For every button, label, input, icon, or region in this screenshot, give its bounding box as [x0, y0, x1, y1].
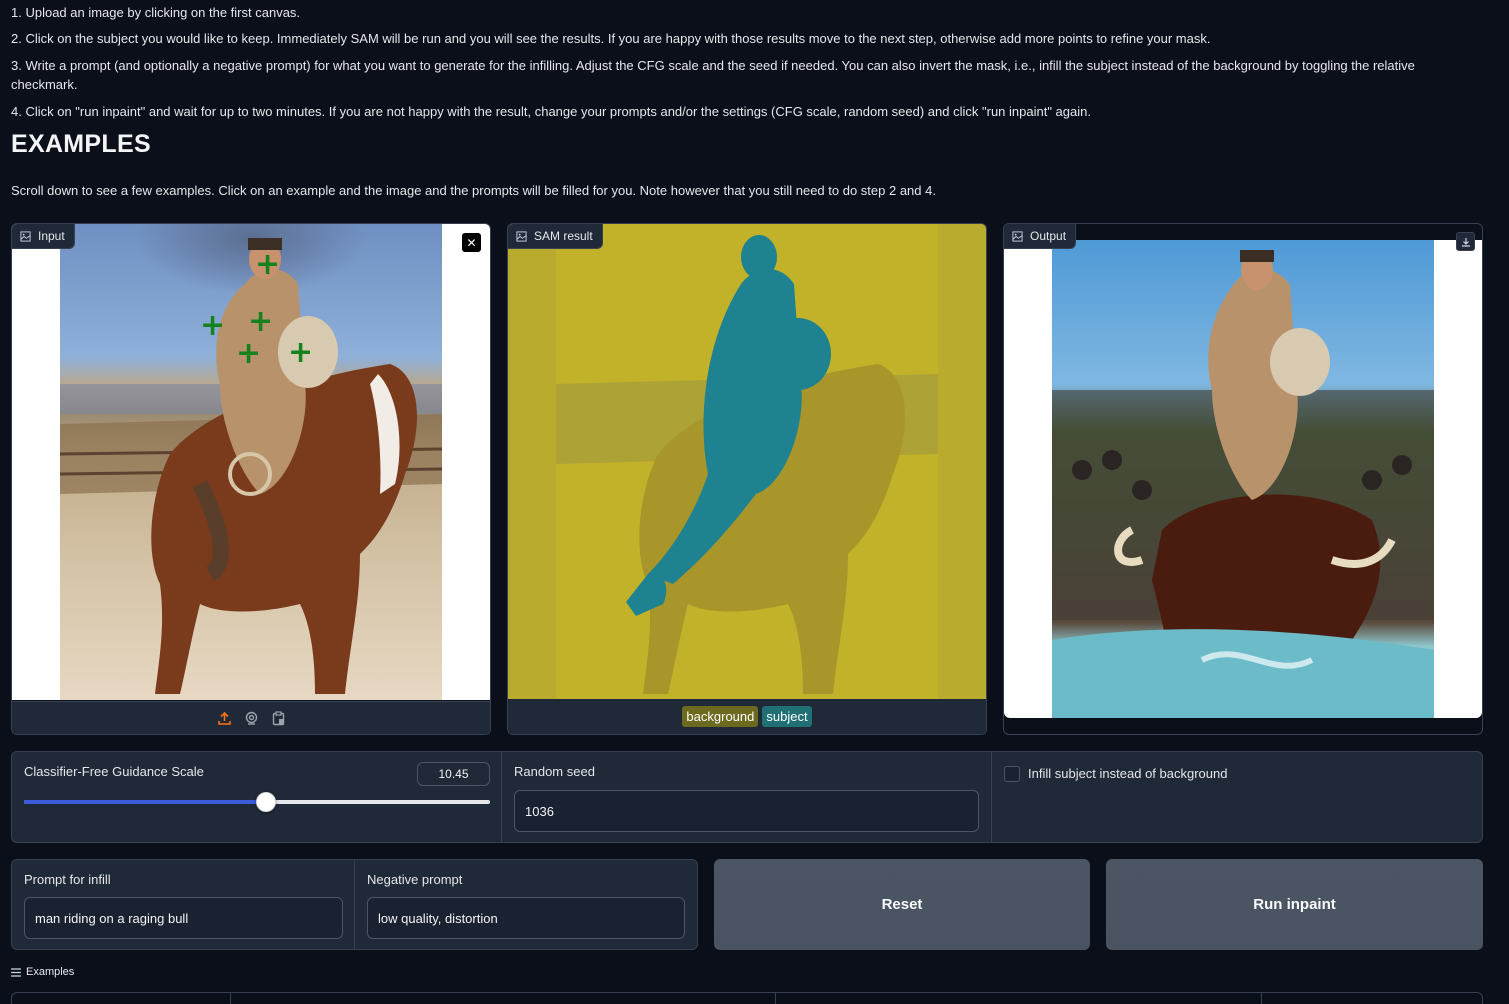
cfg-slider-fill — [24, 800, 267, 804]
examples-table — [11, 992, 1483, 1004]
cfg-slider-track[interactable] — [24, 792, 490, 812]
negative-prompt-block: Negative prompt low quality, distortion — [355, 860, 697, 949]
webcam-icon[interactable] — [244, 711, 259, 726]
sam-legend: background subject — [508, 699, 986, 734]
output-image — [1052, 240, 1434, 718]
prompts-block: Prompt for infill man riding on a raging… — [11, 859, 698, 950]
image-icon — [1012, 230, 1023, 242]
input-image-panel[interactable]: Input ✕ + + + + + — [11, 223, 491, 735]
cowboy-horse-illustration — [59, 238, 443, 694]
examples-heading: EXAMPLES — [11, 130, 151, 158]
settings-row: Classifier-Free Guidance Scale 10.45 Ran… — [11, 751, 1483, 843]
image-icon — [516, 230, 527, 242]
cfg-block: Classifier-Free Guidance Scale 10.45 — [12, 752, 502, 842]
cfg-value-input[interactable]: 10.45 — [417, 762, 490, 786]
seed-label: Random seed — [514, 764, 595, 779]
cfg-label: Classifier-Free Guidance Scale — [24, 764, 204, 779]
sam-result-panel: SAM result background subject — [507, 223, 987, 735]
instruction-step-4: 4. Click on "run inpaint" and wait for u… — [11, 104, 1091, 119]
input-source-toolbar — [12, 701, 490, 734]
invert-checkbox[interactable] — [1004, 766, 1020, 782]
invert-block: Infill subject instead of background — [992, 752, 1482, 842]
sam-label: SAM result — [534, 229, 593, 243]
output-label: Output — [1030, 229, 1067, 243]
prompt-block: Prompt for infill man riding on a raging… — [12, 860, 355, 949]
sam-mask-overlay — [508, 224, 986, 700]
output-panel: Output — [1003, 223, 1483, 735]
point-marker-5: + — [288, 335, 314, 370]
instruction-step-1: 1. Upload an image by clicking on the fi… — [11, 5, 301, 20]
input-label: Input — [38, 229, 65, 243]
instruction-step-2: 2. Click on the subject you would like t… — [11, 31, 1211, 46]
instruction-step-3: 3. Write a prompt (and optionally a nega… — [11, 58, 1415, 92]
examples-toggle-label: Examples — [26, 966, 75, 978]
sam-label-badge: SAM result — [508, 224, 603, 249]
legend-subject: subject — [762, 706, 812, 727]
point-marker-3: + — [248, 304, 274, 339]
seed-input[interactable]: 1036 — [514, 790, 979, 832]
output-canvas — [1004, 240, 1482, 718]
examples-toggle[interactable]: Examples — [11, 966, 74, 978]
seed-block: Random seed 1036 — [502, 752, 992, 842]
point-marker-2: + — [200, 308, 226, 343]
negative-prompt-input[interactable]: low quality, distortion — [367, 897, 685, 939]
run-inpaint-button[interactable]: Run inpaint — [1106, 859, 1483, 950]
input-photo: + + + + + — [59, 224, 443, 700]
prompt-label: Prompt for infill — [24, 872, 111, 887]
reset-button[interactable]: Reset — [714, 859, 1090, 950]
image-icon — [20, 230, 31, 242]
prompt-input[interactable]: man riding on a raging bull — [24, 897, 343, 939]
cfg-slider-handle[interactable] — [256, 792, 277, 812]
examples-description: Scroll down to see a few examples. Click… — [11, 183, 936, 198]
clipboard-icon[interactable] — [271, 710, 286, 726]
point-marker-1: + — [255, 247, 281, 282]
download-icon[interactable] — [1456, 232, 1475, 251]
point-marker-4: + — [236, 336, 262, 371]
list-icon — [11, 967, 21, 977]
legend-background: background — [682, 706, 759, 727]
input-label-badge: Input — [12, 224, 75, 249]
negative-prompt-label: Negative prompt — [367, 872, 463, 887]
sam-canvas — [508, 224, 986, 700]
close-icon[interactable]: ✕ — [462, 233, 481, 252]
upload-icon[interactable] — [217, 711, 232, 726]
invert-label[interactable]: Infill subject instead of background — [1028, 766, 1227, 781]
output-label-badge: Output — [1004, 224, 1077, 249]
input-canvas[interactable]: + + + + + — [12, 224, 490, 700]
